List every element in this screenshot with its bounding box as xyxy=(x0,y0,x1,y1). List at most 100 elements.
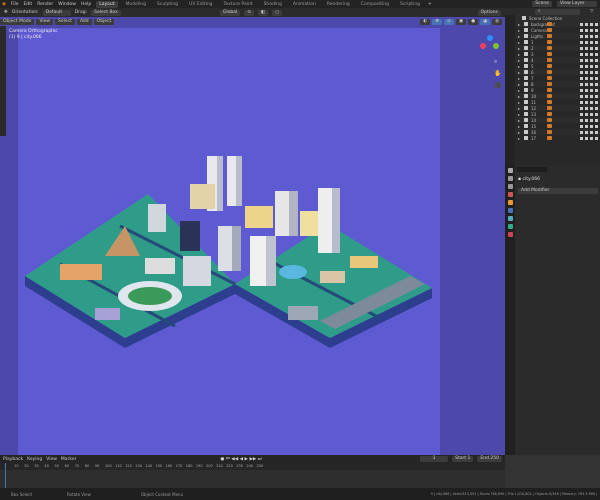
eye-icon[interactable] xyxy=(590,130,593,134)
select-icon[interactable] xyxy=(585,76,588,80)
playback-controls[interactable]: ● ⏮ ◀◀ ◀ ▶ ▶▶ ⏭ xyxy=(220,456,261,462)
tab-compositing[interactable]: Compositing xyxy=(358,1,392,8)
expand-icon[interactable]: ▸ xyxy=(518,94,520,99)
eye-icon[interactable] xyxy=(590,22,593,26)
checkbox-icon[interactable] xyxy=(580,34,583,38)
menu-view-timeline[interactable]: View xyxy=(46,457,57,462)
expand-icon[interactable]: ▸ xyxy=(518,64,520,69)
checkbox-icon[interactable] xyxy=(580,28,583,32)
expand-icon[interactable]: ▸ xyxy=(518,82,520,87)
camera-icon[interactable] xyxy=(595,124,598,128)
camera-icon[interactable] xyxy=(595,46,598,50)
transform-orientation-dropdown[interactable]: Global xyxy=(219,9,241,16)
pan-icon[interactable]: ✋ xyxy=(494,68,501,80)
data-tab-icon[interactable] xyxy=(507,224,513,229)
tab-layout[interactable]: Layout xyxy=(96,0,118,8)
eye-icon[interactable] xyxy=(590,76,593,80)
camera-icon[interactable] xyxy=(595,40,598,44)
tab-modeling[interactable]: Modeling xyxy=(123,1,149,8)
camera-icon[interactable] xyxy=(595,136,598,140)
physics-tab-icon[interactable] xyxy=(507,216,513,221)
select-icon[interactable] xyxy=(585,82,588,86)
proportional-edit-icon[interactable]: ○ xyxy=(272,9,283,16)
menu-marker[interactable]: Marker xyxy=(61,457,77,462)
shading-solid-icon[interactable]: ● xyxy=(468,18,479,25)
select-icon[interactable] xyxy=(585,118,588,122)
playhead[interactable] xyxy=(5,463,6,488)
object-tab-icon[interactable] xyxy=(507,200,513,205)
properties-tabs[interactable] xyxy=(505,165,515,455)
blender-logo-icon[interactable]: ◉ xyxy=(2,2,6,7)
eye-icon[interactable] xyxy=(590,118,593,122)
eye-icon[interactable] xyxy=(590,52,593,56)
select-icon[interactable] xyxy=(585,52,588,56)
modifier-tab-icon[interactable] xyxy=(507,208,513,213)
menu-render[interactable]: Render xyxy=(37,2,53,7)
tool-shelf[interactable] xyxy=(0,26,6,136)
camera-icon[interactable] xyxy=(595,28,598,32)
camera-icon[interactable] xyxy=(595,70,598,74)
select-icon[interactable] xyxy=(585,64,588,68)
expand-icon[interactable]: ▸ xyxy=(518,112,520,117)
select-icon[interactable] xyxy=(585,112,588,116)
menu-add[interactable]: Add xyxy=(76,18,92,25)
tab-sculpting[interactable]: Sculpting xyxy=(154,1,181,8)
select-icon[interactable] xyxy=(585,70,588,74)
camera-icon[interactable] xyxy=(595,94,598,98)
checkbox-icon[interactable] xyxy=(580,118,583,122)
select-icon[interactable] xyxy=(585,100,588,104)
menu-window[interactable]: Window xyxy=(58,2,76,7)
expand-icon[interactable]: ▸ xyxy=(518,118,520,123)
menu-object[interactable]: Object xyxy=(93,18,115,25)
camera-icon[interactable] xyxy=(595,76,598,80)
menu-help[interactable]: Help xyxy=(81,2,91,7)
expand-icon[interactable]: ▸ xyxy=(518,58,520,63)
eye-icon[interactable] xyxy=(590,82,593,86)
camera-icon[interactable] xyxy=(595,118,598,122)
select-icon[interactable] xyxy=(585,22,588,26)
checkbox-icon[interactable] xyxy=(580,88,583,92)
select-icon[interactable] xyxy=(585,46,588,50)
menu-playback[interactable]: Playback xyxy=(3,457,23,462)
eye-icon[interactable] xyxy=(590,100,593,104)
xray-icon[interactable]: ▣ xyxy=(455,18,467,25)
view-layer-selector[interactable]: View Layer xyxy=(557,1,597,7)
select-icon[interactable] xyxy=(585,28,588,32)
select-icon[interactable] xyxy=(585,58,588,62)
snap-icon[interactable]: ◧ xyxy=(257,9,269,16)
checkbox-icon[interactable] xyxy=(580,100,583,104)
properties-search[interactable] xyxy=(517,167,547,172)
checkbox-icon[interactable] xyxy=(580,40,583,44)
checkbox-icon[interactable] xyxy=(580,82,583,86)
eye-icon[interactable] xyxy=(590,112,593,116)
shading-material-icon[interactable]: ◕ xyxy=(480,18,491,25)
expand-icon[interactable]: ▸ xyxy=(518,130,520,135)
expand-icon[interactable]: ▸ xyxy=(518,70,520,75)
expand-icon[interactable]: ▸ xyxy=(518,136,520,141)
checkbox-icon[interactable] xyxy=(580,70,583,74)
eye-icon[interactable] xyxy=(590,88,593,92)
camera-icon[interactable] xyxy=(595,82,598,86)
eye-icon[interactable] xyxy=(590,46,593,50)
select-icon[interactable] xyxy=(585,106,588,110)
camera-icon[interactable] xyxy=(595,100,598,104)
material-tab-icon[interactable] xyxy=(507,232,513,237)
start-frame-field[interactable]: Start 1 xyxy=(452,456,474,462)
select-icon[interactable] xyxy=(585,88,588,92)
expand-icon[interactable]: ▸ xyxy=(518,76,520,81)
checkbox-icon[interactable] xyxy=(580,130,583,134)
current-frame-field[interactable]: 1 xyxy=(420,456,449,462)
orientation-dropdown[interactable]: Default xyxy=(42,9,71,16)
checkbox-icon[interactable] xyxy=(580,94,583,98)
select-icon[interactable] xyxy=(585,94,588,98)
tab-scripting[interactable]: Scripting xyxy=(397,1,423,8)
render-tab-icon[interactable] xyxy=(507,176,513,181)
camera-icon[interactable] xyxy=(595,22,598,26)
eye-icon[interactable] xyxy=(590,40,593,44)
frame-ruler[interactable]: 1102030405060708090100110120130140150160… xyxy=(0,463,505,470)
tool-tab-icon[interactable] xyxy=(507,168,513,173)
checkbox-icon[interactable] xyxy=(580,112,583,116)
checkbox-icon[interactable] xyxy=(580,124,583,128)
camera-icon[interactable] xyxy=(595,106,598,110)
eye-icon[interactable] xyxy=(590,64,593,68)
